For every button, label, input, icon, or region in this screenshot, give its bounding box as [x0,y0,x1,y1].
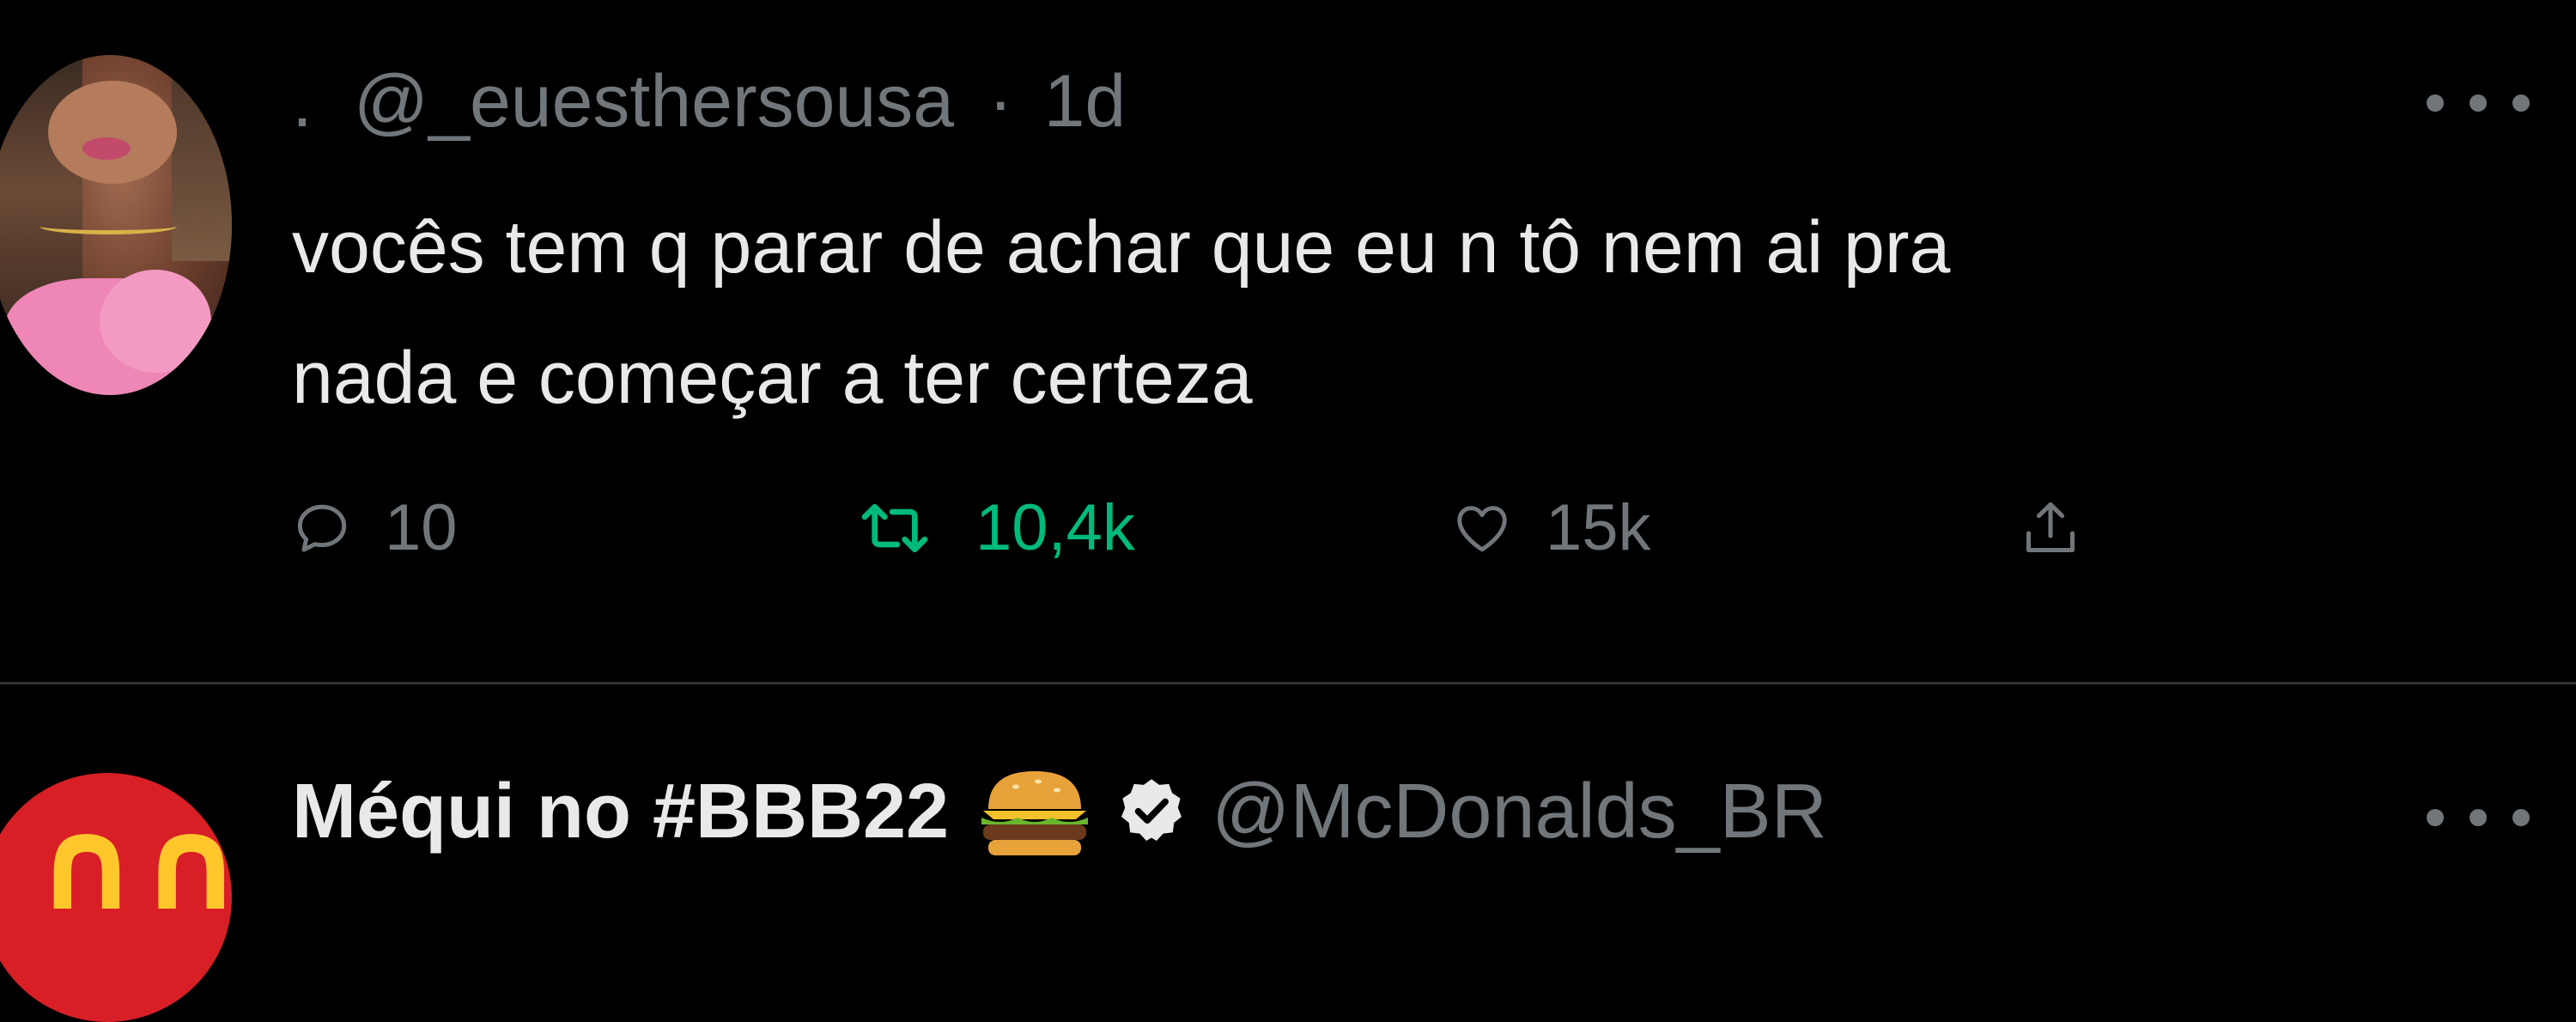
more-dot [2427,94,2444,112]
more-horizontal-icon[interactable] [2427,86,2530,120]
avatar-necklace-shape [39,218,177,234]
more-dot [2470,809,2487,826]
retweet-button[interactable]: 10,4k [859,472,1135,584]
tweet-1[interactable]: . @_euesthersousa · 1d vocês tem q parar… [0,0,2576,683]
tweet-text-line: vocês tem q parar de achar que eu n tô n… [292,206,1951,289]
tweet-actions: 10 10,4k 15k [292,472,2524,584]
username-handle[interactable]: @_euesthersousa [354,60,954,143]
like-button[interactable]: 15k [1451,472,1651,584]
reply-count: 10 [385,491,458,564]
avatar-top-shape-2 [100,270,211,373]
more-dot [2427,809,2444,826]
reply-button[interactable]: 10 [292,472,458,584]
profile-avatar[interactable] [0,55,232,395]
more-dot [2512,94,2530,112]
tweet-text: vocês tem q parar de achar que eu n tô n… [292,182,2524,443]
username-handle-2[interactable]: @McDonalds_BR [1212,769,1827,855]
more-dot [2512,809,2530,826]
more-horizontal-icon[interactable] [2427,800,2530,835]
tweet-divider [0,682,2576,684]
mcdonalds-logo-icon: ∩∩ [34,790,232,940]
display-name[interactable]: . [292,60,313,143]
retweet-count: 10,4k [975,491,1135,564]
share-button[interactable] [2020,472,2081,584]
profile-avatar-mcdonalds[interactable]: ∩∩ [0,773,232,1022]
more-dot [2470,94,2487,112]
display-name-2[interactable]: Méqui no #BBB22 [292,769,949,855]
heart-icon [1451,498,1513,558]
share-upload-icon [2020,497,2081,559]
like-count: 15k [1546,491,1651,564]
tweet-header: . @_euesthersousa · 1d [292,58,1126,144]
tweet-header-2: Méqui no #BBB22 @McDonalds_BR [292,764,1827,859]
tweet-text-line: nada e começar a ter certeza [292,337,1253,419]
tweet-timestamp[interactable]: 1d [1044,60,1127,143]
avatar-face-shape [48,81,177,184]
avatar-hair-shape-right [172,55,232,261]
reply-bubble-icon [292,498,352,558]
verified-badge-icon [1115,774,1188,846]
header-separator: · [988,60,1013,143]
avatar-lips-shape [82,137,131,160]
hamburger-emoji-icon [975,764,1095,859]
retweet-icon [859,498,931,558]
